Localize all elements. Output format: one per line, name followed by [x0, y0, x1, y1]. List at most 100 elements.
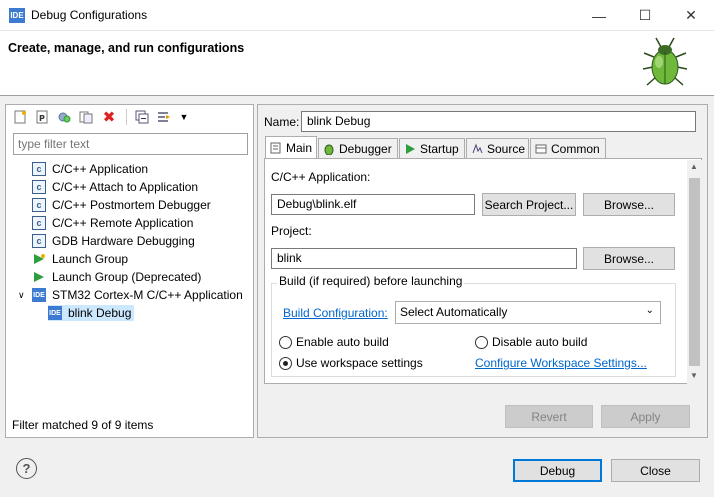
bug-icon: [642, 37, 688, 86]
radio-circle: [475, 335, 488, 349]
scroll-up-icon[interactable]: ▲: [690, 162, 698, 171]
tree-item-stm32-application[interactable]: ∨ IDE STM32 Cortex-M C/C++ Application: [6, 286, 253, 304]
tree-item-label: Launch Group (Deprecated): [52, 270, 202, 284]
name-label: Name:: [264, 115, 300, 129]
tree-item-launch-group[interactable]: Launch Group: [6, 250, 253, 268]
c-config-icon: c: [32, 162, 46, 176]
app-label: C/C++ Application:: [271, 170, 371, 184]
tab-main[interactable]: Main: [265, 136, 317, 159]
tree-item-gdb-hardware[interactable]: c GDB Hardware Debugging: [6, 232, 253, 250]
export-icon[interactable]: [78, 109, 94, 125]
tab-label: Startup: [420, 141, 459, 156]
window-title: Debug Configurations: [31, 8, 148, 22]
toolbar-separator: [126, 109, 127, 125]
launch-group-icon: [32, 270, 46, 284]
close-button[interactable]: Close: [611, 459, 700, 482]
radio-circle: [279, 335, 292, 349]
c-config-icon: c: [32, 234, 46, 248]
filter-icon[interactable]: [156, 109, 172, 125]
config-tree-pane: P ✖ ▼ c C/C++ Application c C/C++ Attach…: [5, 104, 254, 438]
disable-auto-build-radio[interactable]: Disable auto build: [475, 335, 587, 349]
build-group-title: Build (if required) before launching: [277, 274, 465, 288]
radio-circle-checked: [279, 356, 292, 370]
project-label: Project:: [271, 224, 312, 238]
tab-label: Main: [286, 141, 313, 155]
delete-icon[interactable]: ✖: [101, 109, 117, 126]
build-configuration-link[interactable]: Build Configuration:: [283, 306, 388, 320]
select-value: Select Automatically: [400, 305, 508, 319]
app-icon: IDE: [9, 8, 25, 23]
config-editor-pane: Name: blink Debug Main Debugger Startup …: [257, 104, 708, 438]
tab-startup[interactable]: Startup: [399, 138, 465, 158]
tree-item-launch-group-deprecated[interactable]: Launch Group (Deprecated): [6, 268, 253, 286]
duplicate-icon[interactable]: [56, 109, 72, 125]
scroll-thumb[interactable]: [689, 178, 700, 366]
header-banner: Create, manage, and run configurations: [0, 31, 714, 96]
dropdown-icon[interactable]: ▼: [176, 109, 192, 125]
tab-label: Common: [551, 141, 600, 156]
use-workspace-settings-radio[interactable]: Use workspace settings: [279, 356, 423, 370]
help-icon[interactable]: ?: [16, 458, 37, 479]
source-tab-icon: [471, 143, 483, 155]
collapse-all-icon[interactable]: [134, 109, 150, 125]
main-tab-icon: [270, 142, 282, 154]
banner-title: Create, manage, and run configurations: [8, 41, 245, 55]
name-field[interactable]: blink Debug: [301, 111, 696, 132]
c-config-icon: c: [32, 198, 46, 212]
tree-item-cpp-application[interactable]: c C/C++ Application: [6, 160, 253, 178]
app-path-field[interactable]: Debug\blink.elf: [271, 194, 475, 215]
common-tab-icon: [535, 143, 547, 155]
main-tab-body: C/C++ Application: Debug\blink.elf Searc…: [264, 158, 702, 384]
selected-highlight: IDE blink Debug: [48, 305, 135, 321]
new-prototype-icon[interactable]: P: [34, 109, 50, 125]
ide-icon: IDE: [32, 288, 46, 302]
tab-common[interactable]: Common: [530, 138, 606, 158]
browse-project-button[interactable]: Browse...: [583, 247, 675, 270]
filter-status: Filter matched 9 of 9 items: [12, 418, 154, 432]
ide-icon: IDE: [48, 306, 62, 320]
radio-label: Disable auto build: [492, 335, 588, 349]
chevron-down-icon: ⌄: [645, 305, 654, 316]
project-field[interactable]: blink: [271, 248, 577, 269]
minimize-icon[interactable]: —: [576, 0, 622, 31]
radio-label: Use workspace settings: [296, 356, 423, 370]
search-project-button[interactable]: Search Project...: [482, 193, 576, 216]
scroll-down-icon[interactable]: ▼: [690, 371, 698, 380]
apply-button[interactable]: Apply: [601, 405, 690, 428]
tree-item-blink-debug[interactable]: IDE blink Debug: [6, 304, 253, 322]
config-tree: c C/C++ Application c C/C++ Attach to Ap…: [6, 160, 253, 322]
new-config-icon[interactable]: [12, 109, 28, 125]
debugger-tab-icon: [323, 143, 335, 155]
tree-item-label: GDB Hardware Debugging: [52, 234, 195, 248]
tree-item-label: C/C++ Remote Application: [52, 216, 194, 230]
close-icon[interactable]: ✕: [668, 0, 714, 31]
tree-item-cpp-attach[interactable]: c C/C++ Attach to Application: [6, 178, 253, 196]
tree-item-label: blink Debug: [68, 306, 132, 320]
tree-item-cpp-remote[interactable]: c C/C++ Remote Application: [6, 214, 253, 232]
tree-item-label: C/C++ Application: [52, 162, 149, 176]
browse-app-button[interactable]: Browse...: [583, 193, 675, 216]
tree-item-label: Launch Group: [52, 252, 129, 266]
vertical-scrollbar[interactable]: ▲ ▼: [687, 160, 702, 384]
filter-input[interactable]: [13, 133, 248, 155]
tree-item-cpp-postmortem[interactable]: c C/C++ Postmortem Debugger: [6, 196, 253, 214]
c-config-icon: c: [32, 216, 46, 230]
configure-workspace-link[interactable]: Configure Workspace Settings...: [475, 356, 647, 370]
enable-auto-build-radio[interactable]: Enable auto build: [279, 335, 389, 349]
c-config-icon: c: [32, 180, 46, 194]
debug-button[interactable]: Debug: [513, 459, 602, 482]
startup-tab-icon: [404, 143, 416, 155]
tab-label: Source: [487, 141, 526, 156]
tab-debugger[interactable]: Debugger: [318, 138, 398, 158]
tab-label: Debugger: [339, 141, 392, 156]
maximize-icon[interactable]: ☐: [622, 0, 668, 31]
tab-source[interactable]: Source: [466, 138, 529, 158]
tree-item-label: C/C++ Attach to Application: [52, 180, 199, 194]
build-configuration-select[interactable]: Select Automatically ⌄: [395, 301, 661, 324]
radio-label: Enable auto build: [296, 335, 389, 349]
revert-button[interactable]: Revert: [505, 405, 593, 428]
tree-item-label: STM32 Cortex-M C/C++ Application: [52, 288, 243, 302]
svg-text:P: P: [39, 114, 45, 123]
tree-item-label: C/C++ Postmortem Debugger: [52, 198, 211, 212]
chevron-down-icon[interactable]: ∨: [18, 290, 30, 301]
